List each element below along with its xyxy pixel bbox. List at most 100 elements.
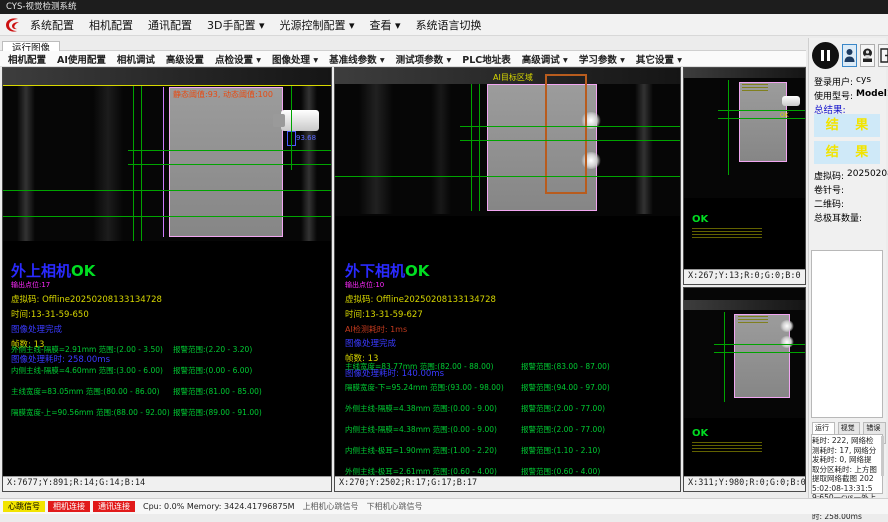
measurement-alarm-range: 报警范围:(89.00 - 91.00) xyxy=(173,402,329,423)
camera-view-outer-lower: AI目标区域 外下相机OK 输出点位:10 虚拟码: Offline202502… xyxy=(334,67,681,492)
image-artifact xyxy=(431,84,451,214)
result-list-box[interactable] xyxy=(811,250,883,418)
toolbar-item[interactable]: AI使用配置 xyxy=(57,52,106,66)
barcode-label: 虚拟码: Offline20250208133134728 xyxy=(11,293,162,308)
menu-item[interactable]: 系统配置 xyxy=(30,17,74,33)
toolbar-item[interactable]: 其它设置 ▾ xyxy=(636,52,682,66)
pause-icon xyxy=(827,50,830,61)
membrane-region xyxy=(169,87,283,237)
measurement-value: 主线宽度=83.05mm 范围:(80.00 - 86.00) xyxy=(11,381,173,402)
roller-pin xyxy=(281,110,319,131)
measurement-row: 主线宽度=83.05mm 范围:(80.00 - 86.00) 报警范围:(81… xyxy=(11,381,329,402)
model-label: 使用型号: xyxy=(814,89,853,102)
tab-count-row: 总极耳数量: xyxy=(814,211,862,224)
roller-cap xyxy=(273,114,285,127)
camera-title: 外下相机 xyxy=(345,262,405,280)
measurement-alarm-range: 报警范围:(2.00 - 77.00) xyxy=(521,398,678,419)
measure-line xyxy=(128,164,331,165)
measurement-value: 隔膜宽度-上=90.56mm 范围:(88.00 - 92.00) xyxy=(11,402,173,423)
camera-image-canvas[interactable] xyxy=(684,288,805,418)
measure-line xyxy=(128,150,331,151)
toolbar-item[interactable]: 相机调试 xyxy=(117,52,155,66)
toolbar-item[interactable]: 基准线参数 ▾ xyxy=(329,52,385,66)
pixel-coordinate-strip: X:270;Y:2502;R:17;G:17;B:17 xyxy=(335,476,680,491)
ai-target-label: AI目标区域 xyxy=(493,72,533,83)
measurement-value: 内侧主线-极耳=1.90mm 范围:(1.00 - 2.20) xyxy=(345,440,521,461)
image-artifact xyxy=(635,84,653,214)
pixel-coordinate-strip: X:311;Y:980;R:0;G:0;B:0 xyxy=(684,476,805,491)
measurement-value: 隔膜宽度-下=95.24mm 范围:(93.00 - 98.00) xyxy=(345,377,521,398)
window-title-bar: CYS-视觉检测系统 xyxy=(0,0,888,14)
cpu-memory-readout: Cpu: 0.0% Memory: 3424.41796875M xyxy=(143,502,295,511)
toolbar-item[interactable]: 高级设置 xyxy=(166,52,204,66)
menu-bar: 系统配置相机配置通讯配置 3D手配置 ▾ 光源控制配置 ▾ 查看 ▾ 系统语言切换 xyxy=(0,14,888,36)
time-label: 时间:13-31-59-627 xyxy=(345,308,496,323)
pause-button[interactable] xyxy=(812,42,839,69)
exit-door-icon xyxy=(880,48,888,63)
status-bar: 心跳信号相机连接通讯连接 Cpu: 0.0% Memory: 3424.4179… xyxy=(0,498,888,514)
tiny-annotation-blur xyxy=(692,442,762,452)
app-window: CYS-视觉检测系统 系统配置相机配置通讯配置3D手配置 ▾光源控制配置 ▾查看… xyxy=(0,0,888,522)
pixel-coordinate-strip: X:267;Y:13;R:0;G:0;B:0 xyxy=(684,269,805,284)
camera-thumb-lower: OK X:311;Y:980;R:0;G:0;B:0 xyxy=(683,287,806,492)
ai-time-label: AI检测耗时: 1ms xyxy=(345,323,496,337)
model-value[interactable]: Model1 xyxy=(856,89,888,102)
result-ok-label: OK xyxy=(692,428,708,439)
camera-image-canvas[interactable]: 93.68 静态阈值:93, 动态阈值:100 xyxy=(3,68,331,241)
detect-value: OK xyxy=(780,112,789,119)
measure-line xyxy=(460,126,680,127)
measure-line xyxy=(335,176,680,177)
menu-item[interactable]: 3D手配置 ▾ xyxy=(207,17,265,33)
control-side-panel: 登录用户: cys 使用型号: Model1 总结果: 结 果 结 果 虚拟码:… xyxy=(808,38,886,498)
measure-line xyxy=(718,118,805,119)
status-badge: 心跳信号 xyxy=(3,501,45,512)
lower-camera-heartbeat: 下相机心跳信号 xyxy=(367,501,423,512)
result-box-lower: 结 果 xyxy=(814,141,880,164)
menu-item[interactable]: 系统语言切换 xyxy=(416,17,482,33)
machine-band xyxy=(684,300,805,310)
user-manage-button[interactable] xyxy=(860,44,875,67)
tab-count-label: 总极耳数量: xyxy=(814,211,862,224)
toolbar-item[interactable]: 点检设置 ▾ xyxy=(215,52,261,66)
needle-row: 卷针号: xyxy=(814,183,844,196)
toolbar-item[interactable]: 学习参数 ▾ xyxy=(579,52,625,66)
qrcode-label: 二维码: xyxy=(814,197,844,210)
measurement-row: 隔膜宽度-上=90.56mm 范围:(88.00 - 92.00) 报警范围:(… xyxy=(11,402,329,423)
toolbar-item[interactable]: PLC地址表 xyxy=(462,52,511,66)
menu-item[interactable]: 查看 ▾ xyxy=(370,17,401,33)
status-badges: 心跳信号相机连接通讯连接 xyxy=(3,501,135,512)
measure-line xyxy=(718,110,805,111)
pixel-coordinate-strip: X:7677;Y:891;R:14;G:14;B:14 xyxy=(3,476,331,491)
output-point-label: 输出点位:10 xyxy=(345,281,496,290)
measurement-alarm-range: 报警范围:(83.00 - 87.00) xyxy=(521,356,678,377)
measurement-alarm-range: 报警范围:(1.10 - 2.10) xyxy=(521,440,678,461)
menu-item[interactable]: 相机配置 xyxy=(89,17,133,33)
menu-items: 系统配置相机配置通讯配置 3D手配置 ▾ 光源控制配置 ▾ 查看 ▾ 系统语言切换 xyxy=(30,17,482,33)
menu-item[interactable]: 光源控制配置 ▾ xyxy=(280,17,355,33)
login-user-row: 登录用户: cys xyxy=(814,75,871,88)
output-point-label: 输出点位:17 xyxy=(11,281,162,290)
user-button[interactable] xyxy=(842,44,857,67)
camera-image-canvas[interactable]: OK xyxy=(684,68,805,198)
measurement-alarm-range: 报警范围:(0.00 - 6.00) xyxy=(173,360,329,381)
measure-line xyxy=(460,140,680,141)
threshold-label: 静态阈值:93, 动态阈值:100 xyxy=(173,89,273,100)
pause-icon xyxy=(821,50,824,61)
measurement-alarm-range: 报警范围:(94.00 - 97.00) xyxy=(521,377,678,398)
measure-line xyxy=(133,86,134,241)
exit-button[interactable] xyxy=(878,44,888,67)
process-done-label: 图像处理完成 xyxy=(11,323,162,338)
toolbar-item[interactable]: 相机配置 xyxy=(8,52,46,66)
toolbar-item[interactable]: 图像处理 ▾ xyxy=(272,52,318,66)
yellow-reference-line xyxy=(3,85,331,86)
toolbar-item[interactable]: 高级调试 ▾ xyxy=(522,52,568,66)
log-scrollbar[interactable] xyxy=(881,436,884,476)
barcode-label: 虚拟码: xyxy=(814,169,844,182)
measurement-value: 外侧主线-隔膜=2.91mm 范围:(2.00 - 3.50) xyxy=(11,339,173,360)
camera-image-canvas[interactable]: AI目标区域 xyxy=(335,68,680,216)
measurement-value: 主线宽度=83.77mm 范围:(82.00 - 88.00) xyxy=(345,356,521,377)
measurement-alarm-range: 报警范围:(2.20 - 3.20) xyxy=(173,339,329,360)
menu-item[interactable]: 通讯配置 xyxy=(148,17,192,33)
result-ok-label: OK xyxy=(692,214,708,225)
toolbar-item[interactable]: 测试项参数 ▾ xyxy=(396,52,452,66)
